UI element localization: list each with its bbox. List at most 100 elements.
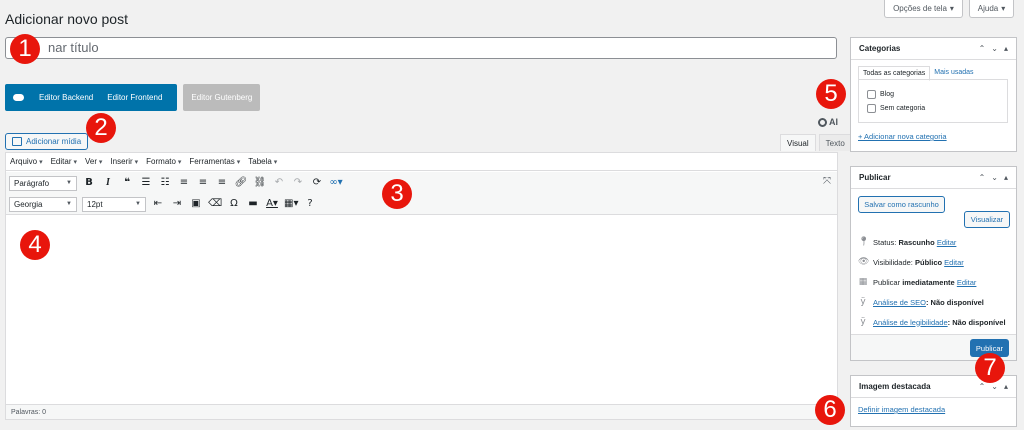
menu-file[interactable]: Arquivo bbox=[10, 157, 43, 166]
readability-link[interactable]: Análise de legibilidade bbox=[873, 318, 948, 327]
word-count: Palavras: 0 bbox=[6, 404, 837, 419]
fullscreen-icon[interactable]: ⤧ bbox=[823, 176, 831, 187]
refresh-icon[interactable]: ⟳ bbox=[310, 176, 324, 190]
collapse-icon[interactable]: ▴ bbox=[1004, 382, 1008, 391]
menu-format[interactable]: Formato bbox=[146, 157, 181, 166]
unlink-icon[interactable]: ⛓ bbox=[253, 176, 267, 190]
caret-down-icon: ▼ bbox=[66, 180, 72, 186]
menu-edit[interactable]: Editar bbox=[51, 157, 77, 166]
yoast-icon: ÿ bbox=[860, 317, 866, 327]
status-row: 📍︎ Status: Rascunho Editar bbox=[858, 237, 957, 247]
preview-button[interactable]: Visualizar bbox=[964, 211, 1010, 228]
menu-insert[interactable]: Inserir bbox=[110, 157, 138, 166]
editor-toolbar-row-2: Georgia ▼ 12pt ▼ ⇤ ⇥ ▣ ⌫ Ω ▬ A▾ ▦▾ ? bbox=[6, 194, 837, 215]
yoast-icon: ÿ bbox=[860, 297, 866, 307]
ai-assistant-button[interactable]: AI bbox=[818, 117, 838, 127]
numbered-list-icon[interactable]: ☷ bbox=[158, 176, 172, 190]
schedule-row: ▦ Publicar imediatamente Editar bbox=[858, 277, 977, 287]
page-builder-bar: Editor Backend Editor Frontend Editor Gu… bbox=[5, 84, 261, 111]
callout-badge: 3 bbox=[382, 179, 412, 209]
align-left-icon[interactable]: ≡ bbox=[177, 176, 191, 190]
indent-increase-icon[interactable]: ⇥ bbox=[170, 197, 184, 211]
align-center-icon[interactable]: ≡ bbox=[196, 176, 210, 190]
horizontal-line-icon[interactable]: ▬ bbox=[246, 197, 260, 211]
help-button[interactable]: Ajuda ▾ bbox=[969, 0, 1014, 18]
chevron-down-icon[interactable]: ⌄ bbox=[991, 382, 998, 391]
tab-visual[interactable]: Visual bbox=[780, 134, 816, 151]
tab-text[interactable]: Texto bbox=[818, 134, 852, 151]
chevron-up-icon[interactable]: ⌃ bbox=[979, 44, 986, 53]
menu-table[interactable]: Tabela bbox=[248, 157, 277, 166]
classic-editor: Arquivo Editar Ver Inserir Formato Ferra… bbox=[5, 152, 838, 420]
font-family-select[interactable]: Georgia ▼ bbox=[9, 196, 77, 212]
paste-text-icon[interactable]: ▣ bbox=[189, 197, 203, 211]
caret-down-icon: ▼ bbox=[66, 201, 72, 207]
calendar-icon: ▦ bbox=[858, 277, 868, 287]
redo-icon[interactable]: ↷ bbox=[291, 176, 305, 190]
font-size-select[interactable]: 12pt ▼ bbox=[82, 196, 146, 212]
category-item[interactable]: Sem categoria bbox=[867, 101, 999, 115]
paragraph-format-select[interactable]: Parágrafo ▼ bbox=[9, 175, 77, 191]
add-media-button[interactable]: Adicionar mídia bbox=[5, 133, 89, 150]
media-icon bbox=[12, 137, 22, 146]
bullet-list-icon[interactable]: ☰ bbox=[139, 176, 153, 190]
categories-list: Blog Sem categoria bbox=[858, 79, 1008, 123]
pin-icon: 📍︎ bbox=[858, 237, 870, 247]
set-featured-image-link[interactable]: Definir imagem destacada bbox=[858, 405, 945, 414]
screen-options-button[interactable]: Opções de tela ▾ bbox=[884, 0, 963, 18]
page-title: Adicionar novo post bbox=[5, 11, 128, 27]
chevron-down-icon[interactable]: ⌄ bbox=[991, 44, 998, 53]
post-title-input[interactable]: nar título bbox=[5, 37, 837, 59]
frontend-editor-button[interactable]: Editor Frontend bbox=[100, 93, 169, 102]
callout-badge: 2 bbox=[86, 113, 116, 143]
menu-view[interactable]: Ver bbox=[85, 157, 102, 166]
checkbox[interactable] bbox=[867, 103, 876, 113]
callout-badge: 4 bbox=[20, 230, 50, 260]
menu-tools[interactable]: Ferramentas bbox=[189, 157, 240, 166]
infinity-icon[interactable]: ∞▾ bbox=[329, 176, 343, 190]
visibility-row: 👁︎ Visibilidade: Público Editar bbox=[858, 257, 964, 267]
caret-down-icon: ▾ bbox=[1001, 4, 1006, 13]
bold-icon[interactable]: B bbox=[82, 176, 96, 190]
wpbakery-logo-icon bbox=[13, 94, 24, 101]
gear-icon bbox=[818, 117, 827, 127]
table-icon[interactable]: ▦▾ bbox=[284, 197, 298, 211]
italic-icon[interactable]: I bbox=[101, 176, 115, 190]
blockquote-icon[interactable]: ❝ bbox=[120, 176, 134, 190]
categories-header: Categorias ⌃ ⌄ ▴ bbox=[851, 38, 1016, 60]
callout-badge: 1 bbox=[10, 34, 40, 64]
edit-status-link[interactable]: Editar bbox=[937, 238, 957, 247]
editor-tabs: Visual Texto bbox=[777, 134, 852, 151]
gutenberg-editor-button[interactable]: Editor Gutenberg bbox=[183, 84, 261, 111]
chevron-up-icon[interactable]: ⌃ bbox=[979, 382, 986, 391]
editor-toolbar-row-1: Parágrafo ▼ B I ❝ ☰ ☷ ≡ ≡ ≡ 🔗︎ ⛓ ↶ ↷ ⟳ ∞▾ bbox=[6, 172, 837, 194]
help-icon[interactable]: ? bbox=[303, 197, 317, 211]
text-color-icon[interactable]: A▾ bbox=[265, 197, 279, 211]
align-right-icon[interactable]: ≡ bbox=[215, 176, 229, 190]
caret-down-icon: ▼ bbox=[135, 201, 141, 207]
category-item[interactable]: Blog bbox=[867, 87, 999, 101]
add-category-link[interactable]: + Adicionar nova categoria bbox=[858, 132, 947, 141]
indent-decrease-icon[interactable]: ⇤ bbox=[151, 197, 165, 211]
callout-badge: 5 bbox=[816, 79, 846, 109]
editor-content-area[interactable] bbox=[6, 216, 837, 404]
seo-row: ÿ Análise de SEO: Não disponível bbox=[858, 297, 984, 307]
special-character-icon[interactable]: Ω bbox=[227, 197, 241, 211]
eye-icon: 👁︎ bbox=[858, 257, 870, 267]
publish-header: Publicar ⌃ ⌄ ▴ bbox=[851, 167, 1016, 189]
wpbakery-group: Editor Backend Editor Frontend bbox=[5, 84, 178, 111]
chevron-down-icon[interactable]: ⌄ bbox=[991, 173, 998, 182]
backend-editor-button[interactable]: Editor Backend bbox=[32, 93, 100, 102]
save-draft-button[interactable]: Salvar como rascunho bbox=[858, 196, 945, 213]
undo-icon[interactable]: ↶ bbox=[272, 176, 286, 190]
collapse-icon[interactable]: ▴ bbox=[1004, 44, 1008, 53]
edit-visibility-link[interactable]: Editar bbox=[944, 258, 964, 267]
seo-analysis-link[interactable]: Análise de SEO bbox=[873, 298, 926, 307]
collapse-icon[interactable]: ▴ bbox=[1004, 173, 1008, 182]
edit-schedule-link[interactable]: Editar bbox=[957, 278, 977, 287]
link-icon[interactable]: 🔗︎ bbox=[234, 176, 248, 190]
callout-badge: 7 bbox=[975, 353, 1005, 383]
checkbox[interactable] bbox=[867, 89, 876, 99]
chevron-up-icon[interactable]: ⌃ bbox=[979, 173, 986, 182]
clear-formatting-icon[interactable]: ⌫ bbox=[208, 197, 222, 211]
